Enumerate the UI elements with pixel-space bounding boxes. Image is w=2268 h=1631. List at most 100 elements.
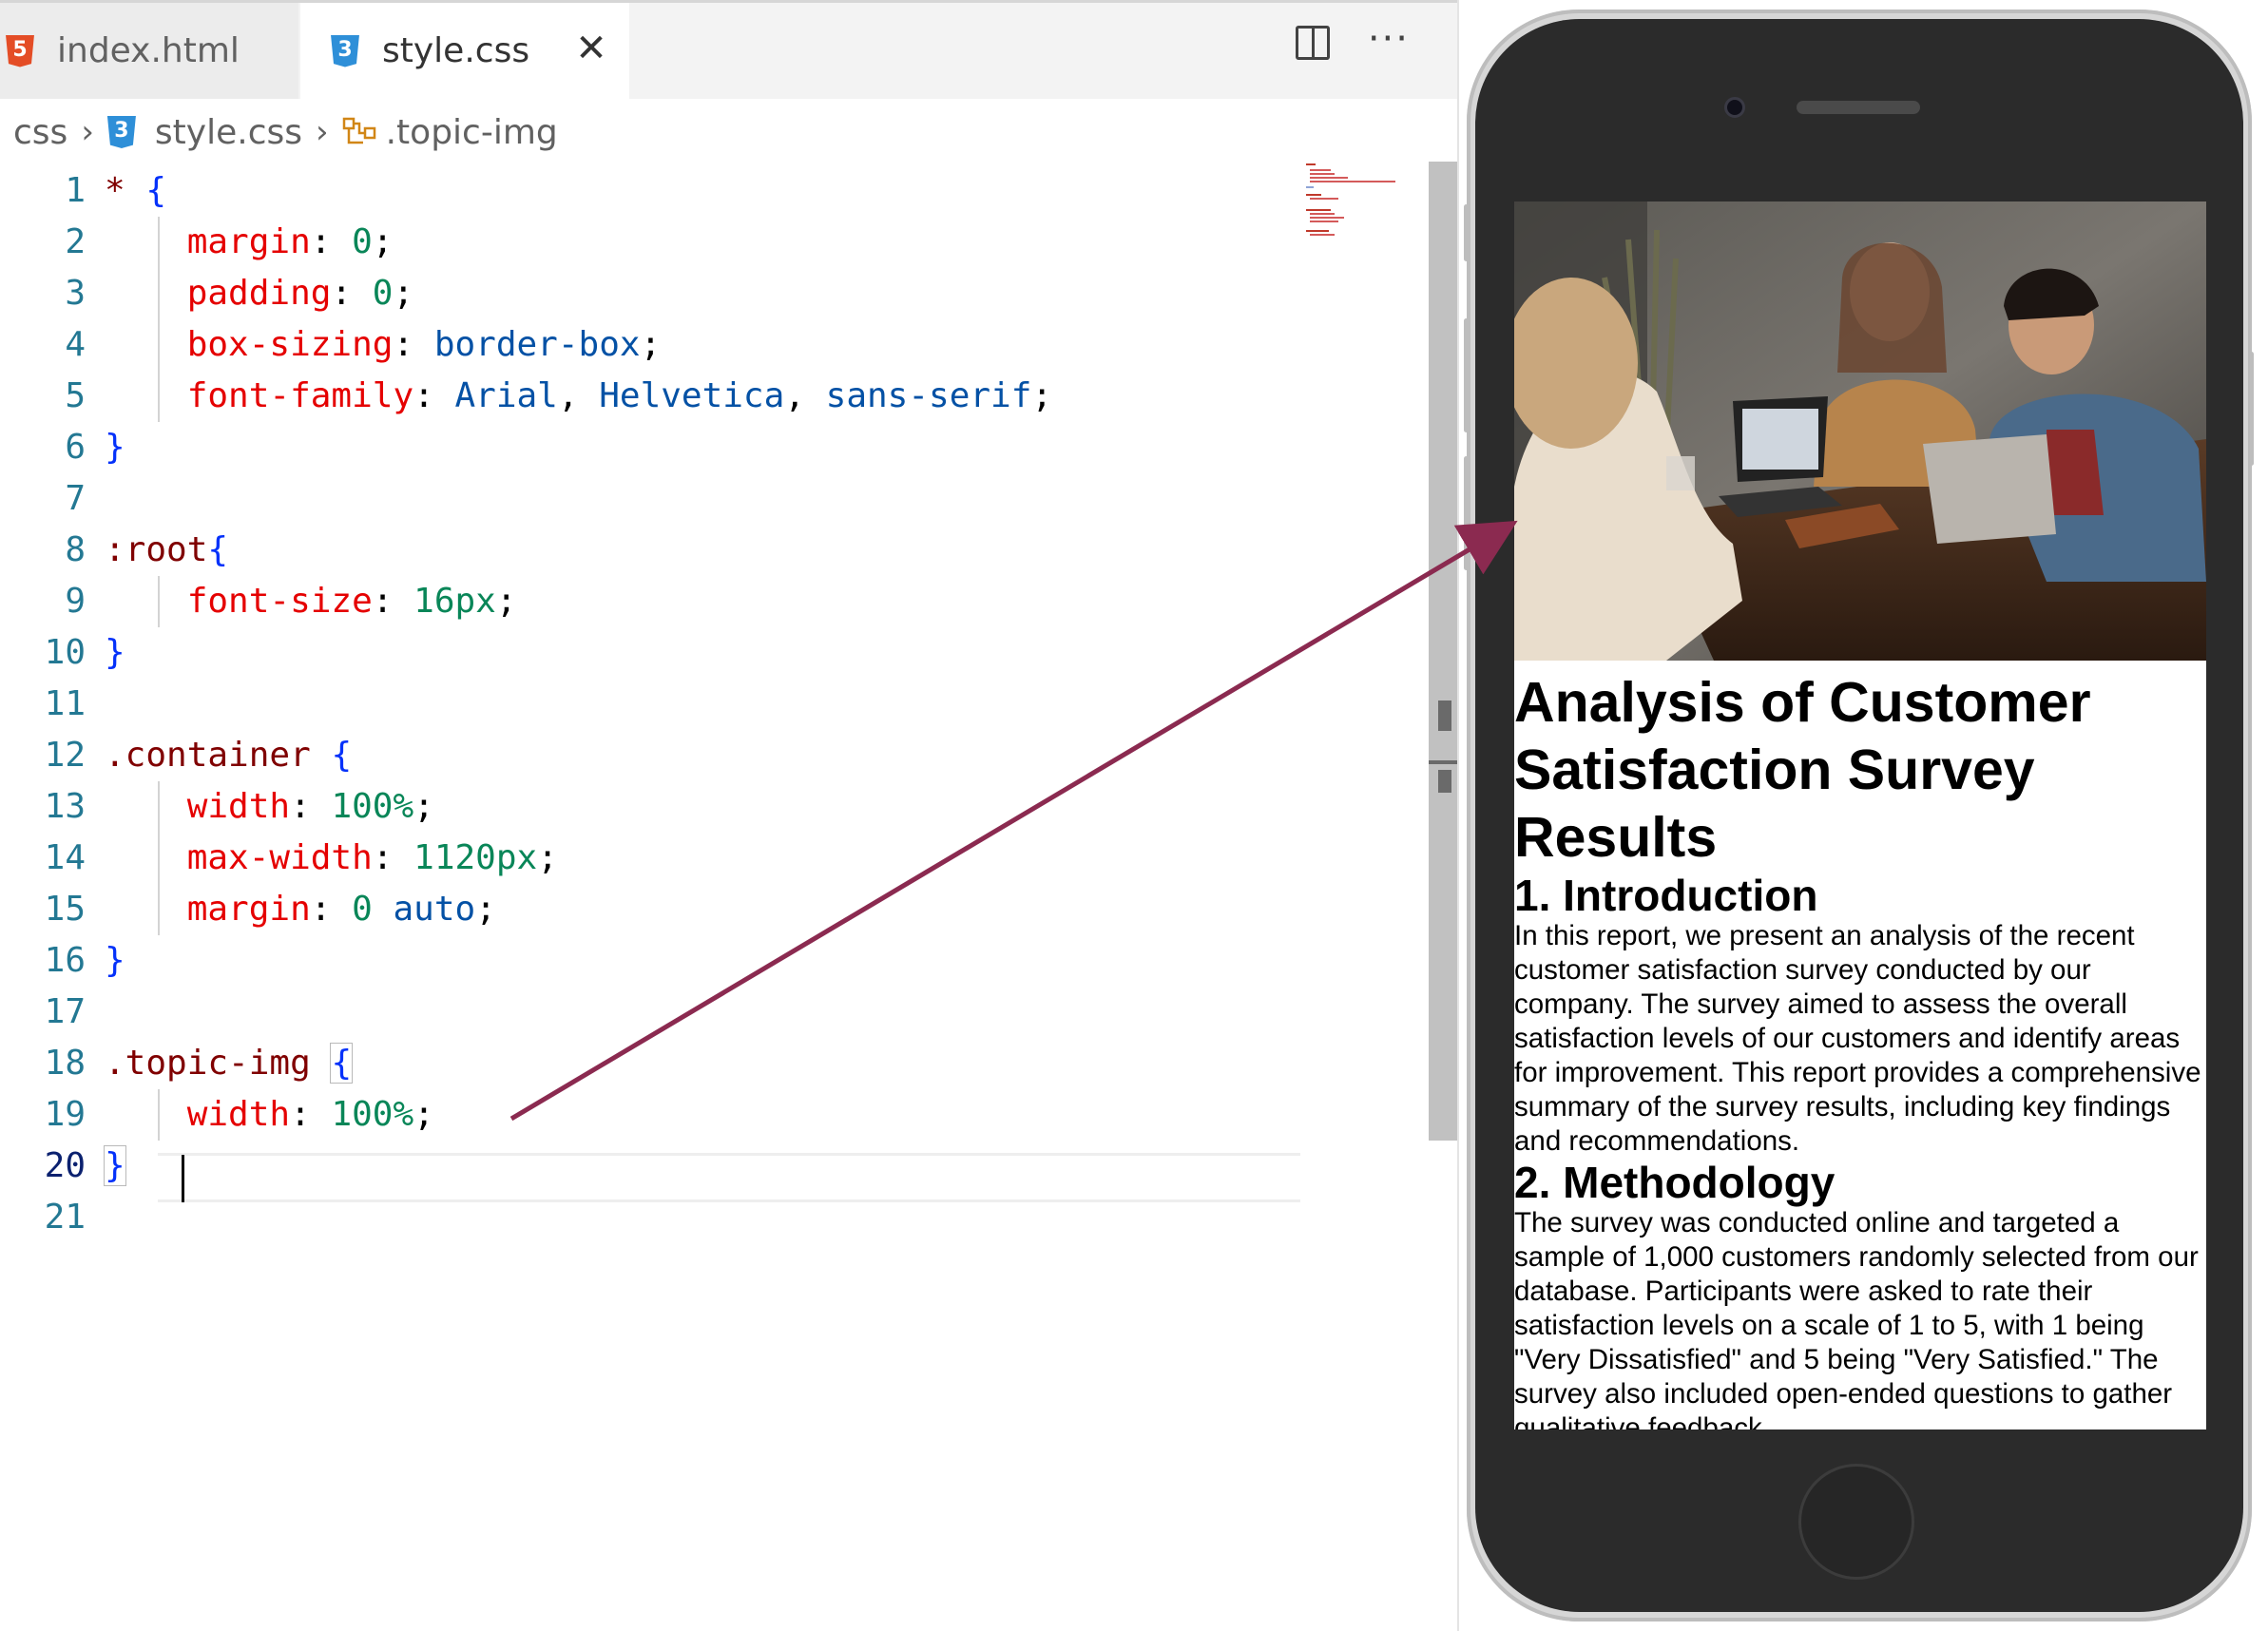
code-line[interactable]: 7: [0, 473, 1302, 525]
code-text: box-sizing: border-box;: [186, 325, 662, 364]
code-line[interactable]: 15 margin: 0 auto;: [0, 884, 1302, 935]
split-editor-icon[interactable]: [1295, 26, 1330, 60]
code-token: 1120px: [413, 838, 538, 877]
chevron-right-icon: ›: [81, 113, 94, 151]
code-line[interactable]: 4 box-sizing: border-box;: [0, 319, 1302, 371]
code-line[interactable]: 18 .topic-img {: [0, 1038, 1302, 1089]
code-line[interactable]: 2 margin: 0;: [0, 217, 1302, 268]
code-text: }: [105, 627, 125, 679]
section-heading-methodology: 2. Methodology: [1514, 1158, 1836, 1207]
code-line[interactable]: 10}: [0, 627, 1302, 679]
code-text: margin: 0;: [186, 222, 394, 261]
breadcrumb-folder-label: css: [13, 112, 68, 152]
line-number: 18: [44, 1044, 86, 1083]
code-token: }: [104, 1145, 126, 1186]
code-token: {: [331, 736, 353, 775]
code-line[interactable]: 1 * {: [0, 165, 1302, 217]
text-cursor: [182, 1155, 184, 1202]
article-content: Analysis of Customer Satisfaction Survey…: [1514, 669, 2206, 1430]
line-number: 7: [65, 479, 86, 518]
code-line[interactable]: 6}: [0, 422, 1302, 473]
code-token: Arial: [454, 376, 558, 415]
code-token: .topic-img: [105, 1044, 311, 1083]
code-text: font-size: 16px;: [186, 582, 517, 621]
code-token: 0: [372, 274, 394, 313]
code-text: :root{: [105, 525, 228, 576]
line-number: 17: [44, 992, 86, 1031]
code-line[interactable]: 3 padding: 0;: [0, 268, 1302, 319]
code-line[interactable]: 12 .container {: [0, 730, 1302, 781]
code-text: }: [105, 422, 125, 473]
code-token: margin: [186, 890, 311, 929]
code-text: max-width: 1120px;: [186, 838, 558, 877]
more-actions-icon[interactable]: ···: [1368, 20, 1410, 60]
line-number: 15: [44, 890, 86, 929]
code-text: }: [104, 1141, 126, 1192]
breadcrumb: css › 3 style.css › .topic-img: [0, 99, 1457, 165]
code-token: .container: [105, 736, 311, 775]
scrollbar-marker: [1438, 700, 1451, 731]
code-line[interactable]: 17: [0, 987, 1302, 1038]
line-number: 9: [65, 582, 86, 621]
code-line[interactable]: 8 :root{: [0, 525, 1302, 576]
breadcrumb-symbol-label: .topic-img: [385, 112, 558, 152]
vertical-scrollbar[interactable]: [1429, 162, 1457, 1141]
phone-mute-switch: [1464, 204, 1469, 261]
code-token: }: [105, 941, 125, 980]
html5-file-icon: 5: [6, 34, 34, 67]
code-line[interactable]: 20}: [0, 1141, 1302, 1192]
tab-label: style.css: [382, 31, 530, 70]
code-text: margin: 0 auto;: [186, 890, 496, 929]
line-number: 8: [65, 530, 86, 569]
code-token: Helvetica: [599, 376, 785, 415]
scrollbar-marker: [1429, 760, 1457, 764]
code-token: *: [105, 171, 125, 210]
code-token: max-width: [186, 838, 373, 877]
code-line[interactable]: 5 font-family: Arial, Helvetica, sans-se…: [0, 371, 1302, 422]
line-number: 1: [65, 171, 86, 210]
code-token: 16px: [413, 582, 496, 621]
section-heading-introduction: 1. Introduction: [1514, 871, 1818, 920]
camera-icon: [1724, 97, 1745, 118]
line-number: 14: [44, 838, 86, 877]
code-token: sans-serif: [825, 376, 1032, 415]
tab-label: index.html: [57, 31, 240, 70]
code-token: margin: [186, 222, 311, 261]
code-token: {: [330, 1043, 354, 1084]
breadcrumb-file[interactable]: 3 style.css: [106, 113, 302, 152]
code-line[interactable]: 11: [0, 679, 1302, 730]
code-token: 100%: [331, 1095, 414, 1134]
phone-screen: Analysis of Customer Satisfaction Survey…: [1514, 201, 2206, 1430]
code-line[interactable]: 13 width: 100%;: [0, 781, 1302, 833]
code-token: auto: [393, 890, 476, 929]
speaker-grille: [1797, 101, 1920, 114]
code-line[interactable]: 14 max-width: 1120px;: [0, 833, 1302, 884]
code-token: width: [186, 1095, 291, 1134]
code-text: }: [105, 935, 125, 987]
code-token: :root: [105, 530, 208, 569]
line-number: 10: [44, 633, 86, 672]
code-token: padding: [186, 274, 332, 313]
code-line[interactable]: 21: [0, 1192, 1302, 1243]
code-line[interactable]: 16}: [0, 935, 1302, 987]
breadcrumb-symbol[interactable]: .topic-img: [342, 113, 558, 152]
code-token: 0: [352, 222, 373, 261]
line-number: 4: [65, 325, 86, 364]
tab-index-html[interactable]: 5 index.html: [0, 3, 298, 99]
line-number: 5: [65, 376, 86, 415]
code-token: {: [207, 530, 229, 569]
code-line[interactable]: 9 font-size: 16px;: [0, 576, 1302, 627]
indent-guide: [158, 781, 160, 935]
code-line[interactable]: 19 width: 100%;: [0, 1089, 1302, 1141]
tab-style-css[interactable]: 3 style.css ✕: [300, 3, 629, 99]
code-token: border-box: [433, 325, 641, 364]
chevron-right-icon: ›: [316, 113, 329, 151]
code-token: }: [105, 428, 125, 467]
page-title: Analysis of Customer Satisfaction Survey…: [1514, 671, 2091, 869]
home-button[interactable]: [1798, 1464, 1914, 1580]
line-number: 2: [65, 222, 86, 261]
breadcrumb-folder[interactable]: css: [13, 113, 67, 152]
close-icon[interactable]: ✕: [574, 29, 608, 67]
minimap[interactable]: [1304, 162, 1399, 238]
tab-bar: 5 index.html 3 style.css ✕ ···: [0, 0, 1457, 99]
